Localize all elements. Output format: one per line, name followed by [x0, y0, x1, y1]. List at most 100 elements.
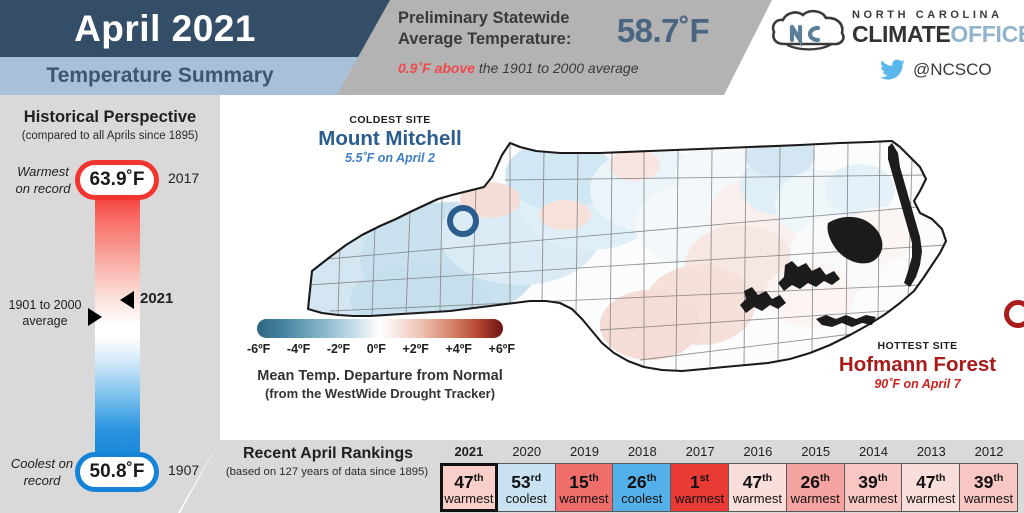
ranking-value: 26th: [627, 471, 657, 492]
ranking-word: warmest: [559, 491, 609, 507]
warmest-on-record-label: Warmest on record: [15, 164, 71, 196]
twitter-row[interactable]: @NCSCO: [880, 56, 1024, 84]
nc-cloud-logo-icon: [771, 9, 845, 51]
logo-wordmark: NORTH CAROLINA CLIMATEOFFICE: [852, 8, 1024, 47]
colorbar-tick-labels: -6ºF -4ºF -2ºF 0ºF +2ºF +4ºF +6ºF: [247, 342, 515, 356]
ranking-box: 39th warmest: [843, 463, 903, 512]
ranking-column: 2019 15th warmest: [554, 442, 614, 512]
ranking-box: 47th warmest: [440, 463, 498, 512]
ranking-column: 2018 26th coolest: [612, 442, 672, 512]
coldest-site-name: Mount Mitchell: [318, 127, 462, 150]
ranking-year: 2019: [570, 444, 599, 459]
hottest-site-label: HOTTEST SITE Hofmann Forest 90˚F on Apri…: [820, 340, 1015, 391]
ranking-year: 2012: [974, 444, 1004, 459]
ranking-box: 26th warmest: [785, 463, 845, 512]
ranking-column: 2021 47th warmest: [440, 442, 498, 512]
twitter-handle[interactable]: @NCSCO: [913, 60, 992, 80]
ranking-value: 39th: [973, 471, 1004, 492]
logo-climate: CLIMATE: [852, 21, 951, 47]
century-average-label: 1901 to 2000 average: [8, 298, 82, 328]
ranking-box: 47th warmest: [727, 463, 787, 512]
colorbar-tick: +2ºF: [402, 342, 429, 356]
logo-office: OFFICE: [950, 21, 1024, 47]
colorbar-tick: -4ºF: [286, 342, 311, 356]
rankings-grid: 2021 47th warmest 2020 53rd coolest 2019 15th wa…: [440, 442, 1018, 512]
page-title: April 2021: [74, 8, 256, 49]
coldest-site-marker-icon: [447, 205, 479, 237]
ranking-box: 39th warmest: [959, 463, 1018, 512]
departure-rest: the 1901 to 2000 average: [475, 60, 639, 76]
coldest-site-kind: COLDEST SITE: [349, 114, 431, 126]
ranking-column: 2014 39th warmest: [843, 442, 903, 512]
hottest-site-kind: HOTTEST SITE: [877, 340, 958, 352]
ranking-word: warmest: [675, 491, 725, 507]
coldest-site-label: COLDEST SITE Mount Mitchell 5.5˚F on Apr…: [275, 114, 505, 165]
ranking-value: 53rd: [511, 471, 542, 492]
ranking-value: 39th: [858, 471, 888, 492]
ranking-year: 2018: [627, 444, 657, 459]
ranking-column: 2013 47th warmest: [901, 442, 961, 512]
ranking-column: 2017 1st warmest: [670, 442, 729, 512]
hottest-site-name: Hofmann Forest: [838, 353, 997, 376]
ranking-box: 47th warmest: [901, 463, 961, 512]
ranking-word: warmest: [732, 491, 782, 507]
hottest-site-marker-icon: [1004, 300, 1024, 328]
logo-north-carolina: NORTH CAROLINA: [852, 9, 1003, 21]
colorbar-gradient: [257, 319, 503, 338]
ranking-column: 2020 53rd coolest: [496, 442, 556, 512]
coolest-record-year: 1907: [168, 462, 200, 478]
ranking-year: 2016: [743, 444, 773, 459]
century-average-arrow-icon: [88, 308, 102, 326]
warmest-record-badge: 63.9˚F: [75, 160, 159, 200]
ranking-year: 2021: [454, 444, 484, 459]
coolest-record-badge: 50.8˚F: [75, 452, 159, 492]
ranking-word: coolest: [621, 491, 663, 507]
twitter-bird-icon: [880, 59, 906, 80]
colorbar-tick: 0ºF: [366, 342, 386, 356]
ranking-word: warmest: [906, 491, 956, 507]
ranking-year: 2020: [512, 444, 542, 459]
ranking-year: 2015: [801, 444, 831, 459]
warmest-record-year: 2017: [168, 170, 200, 186]
colorbar-tick: -2ºF: [326, 342, 351, 356]
statewide-average-value: 58.7˚F: [616, 12, 710, 49]
ranking-box: 1st warmest: [670, 463, 729, 512]
ranking-word: warmest: [848, 491, 898, 507]
ranking-box: 53rd coolest: [496, 463, 556, 512]
colorbar-tick: +6ºF: [488, 342, 515, 356]
ranking-year: 2013: [916, 444, 946, 459]
infographic-root: April 2021 Temperature Summary Prelimina…: [0, 0, 1024, 513]
ranking-word: warmest: [790, 491, 840, 507]
ranking-column: 2016 47th warmest: [727, 442, 787, 512]
statewide-average-label: Preliminary Statewide Average Temperatur…: [398, 9, 572, 48]
departure-from-average: 0.9˚F above the 1901 to 2000 average: [398, 59, 728, 77]
ranking-box: 26th coolest: [612, 463, 672, 512]
colorbar-caption-source: (from the WestWide Drought Tracker): [264, 386, 496, 401]
sidebar-subtitle: (compared to all Aprils since 1895): [21, 130, 199, 142]
coolest-on-record-label: Coolest on record: [10, 456, 74, 488]
departure-value: 0.9˚F above: [398, 60, 476, 76]
colorbar-tick: -6ºF: [247, 342, 271, 356]
rankings-subtitle: (based on 127 years of data since 1895): [225, 466, 429, 478]
ranking-value: 47th: [916, 471, 946, 492]
ranking-column: 2012 39th warmest: [959, 442, 1018, 512]
ranking-year: 2017: [685, 444, 715, 459]
ranking-value: 15th: [569, 471, 599, 492]
ranking-word: coolest: [505, 491, 547, 507]
coldest-site-value: 5.5˚F on April 2: [345, 151, 435, 165]
ranking-box: 15th warmest: [554, 463, 614, 512]
ranking-column: 2015 26th warmest: [785, 442, 845, 512]
ranking-word: warmest: [964, 491, 1014, 507]
current-year-marker-label: 2021: [140, 290, 174, 307]
colorbar-caption-primary: Mean Temp. Departure from Normal: [257, 368, 503, 384]
logo-climate-office: CLIMATEOFFICE: [852, 22, 1024, 47]
ranking-value: 1st: [690, 471, 710, 492]
ranking-value: 47th: [454, 471, 484, 492]
hottest-site-value: 90˚F on April 7: [874, 377, 961, 391]
sidebar-title: Historical Perspective: [23, 108, 197, 126]
current-year-arrow-icon: [120, 291, 134, 309]
ranking-word: warmest: [444, 491, 494, 507]
ranking-value: 47th: [742, 471, 773, 492]
rankings-title: Recent April Rankings: [242, 445, 414, 462]
colorbar-tick: +4ºF: [445, 342, 472, 356]
